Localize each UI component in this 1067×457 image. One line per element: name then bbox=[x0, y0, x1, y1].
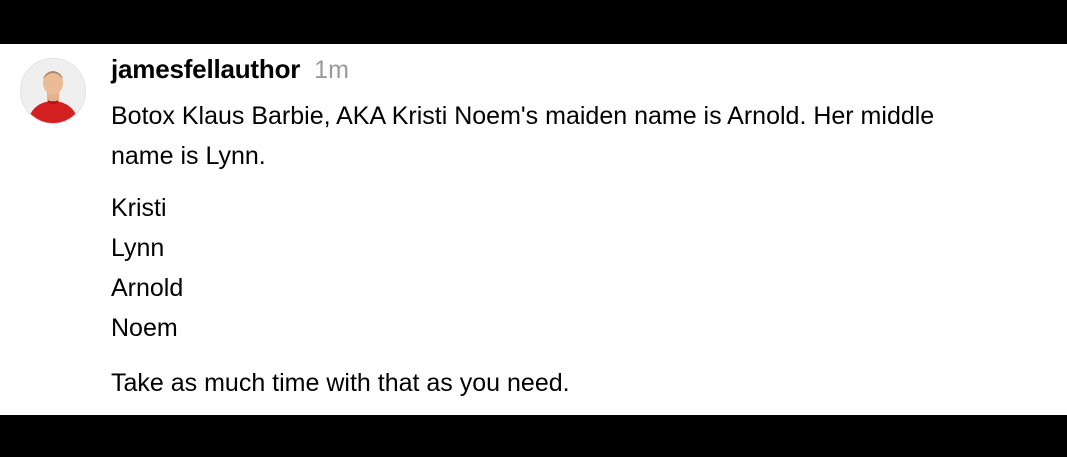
post-paragraph: Botox Klaus Barbie, AKA Kristi Noem's ma… bbox=[111, 96, 1063, 176]
top-letterbox-bar bbox=[0, 0, 1067, 44]
name-list-item: Noem bbox=[111, 314, 178, 342]
name-list-item: Kristi bbox=[111, 194, 167, 222]
name-list-item: Lynn bbox=[111, 234, 165, 262]
post-header: jamesfellauthor 1m bbox=[111, 54, 349, 88]
post-card: jamesfellauthor 1m Botox Klaus Barbie, A… bbox=[0, 44, 1067, 415]
profile-photo-icon bbox=[21, 59, 85, 123]
avatar[interactable] bbox=[20, 58, 86, 124]
post-text-line-1: Botox Klaus Barbie, AKA Kristi Noem's ma… bbox=[111, 102, 935, 130]
post-timestamp: 1m bbox=[314, 56, 349, 84]
name-list: Kristi Lynn Arnold Noem bbox=[111, 188, 1063, 348]
username-link[interactable]: jamesfellauthor bbox=[111, 54, 300, 85]
bottom-letterbox-bar bbox=[0, 415, 1067, 457]
post-closing-line: Take as much time with that as you need. bbox=[111, 369, 570, 397]
post-body: Botox Klaus Barbie, AKA Kristi Noem's ma… bbox=[111, 96, 1063, 403]
name-list-item: Arnold bbox=[111, 274, 184, 302]
post-text-line-2: name is Lynn. bbox=[111, 142, 266, 170]
